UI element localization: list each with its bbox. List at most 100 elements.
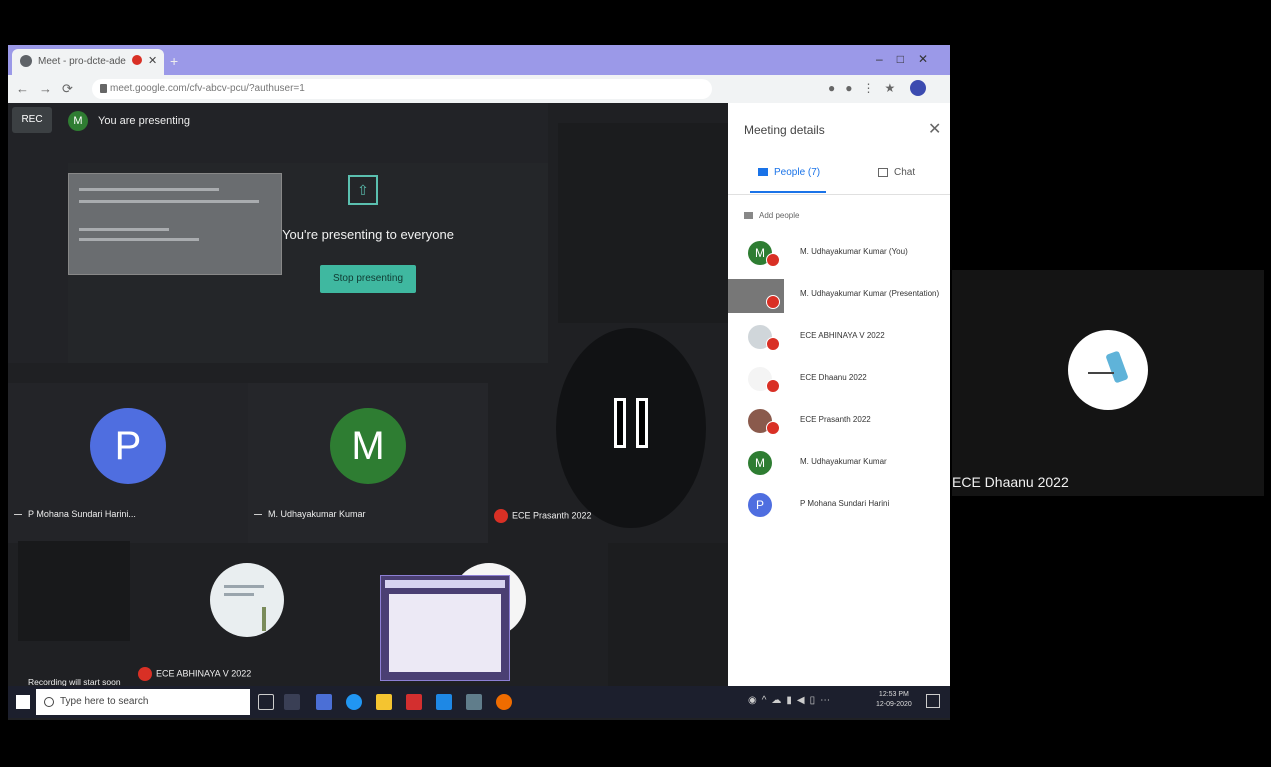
acrobat-icon[interactable] xyxy=(406,694,422,710)
presenting-label: You are presenting xyxy=(98,115,190,127)
edge-icon[interactable] xyxy=(346,694,362,710)
url-field[interactable]: meet.google.com/cfv-abcv-pcu/?authuser=1 xyxy=(92,79,712,99)
people-icon xyxy=(758,168,768,177)
participant-row[interactable]: P P Mohana Sundari Harini xyxy=(728,487,950,527)
presentation-thumbnail xyxy=(68,173,282,275)
divider xyxy=(728,194,950,195)
logo-line xyxy=(1088,372,1114,374)
task-view-icon[interactable] xyxy=(284,694,300,710)
photo-line xyxy=(224,593,254,596)
participant-avatar: M xyxy=(330,408,406,484)
pause-icon xyxy=(614,398,626,448)
close-icon[interactable]: ✕ xyxy=(928,119,941,139)
participant-row[interactable]: ECE Prasanth 2022 xyxy=(728,403,950,443)
participant-name: M. Udhayakumar Kumar xyxy=(800,457,887,466)
participant-name: M. Udhayakumar Kumar (Presentation) xyxy=(800,289,940,298)
mic-off-icon xyxy=(766,295,780,309)
windows-start-icon[interactable] xyxy=(16,695,30,709)
taskbar: Type here to search ◉^☁▮◀▯⋯ 12:53 PM 12-… xyxy=(8,686,950,718)
participant-name: ECE Prasanth 2022 xyxy=(800,415,871,424)
screen-share-preview[interactable] xyxy=(380,575,510,681)
participant-row[interactable]: ECE ABHINAYA V 2022 xyxy=(728,319,950,359)
clock-date: 12-09-2020 xyxy=(876,701,912,708)
participant-name: ECE ABHINAYA V 2022 xyxy=(138,667,251,681)
notification-icon[interactable] xyxy=(926,694,940,708)
presenting-message: You're presenting to everyone xyxy=(282,227,454,242)
browser-tab[interactable]: Meet - pro-dcte-ade ✕ xyxy=(12,49,164,75)
participant-row[interactable]: M. Udhayakumar Kumar (Presentation) xyxy=(728,277,950,317)
more-icon xyxy=(254,514,262,516)
app-icon[interactable] xyxy=(436,694,452,710)
rec-button[interactable]: REC xyxy=(12,107,52,133)
pause-icon xyxy=(636,398,648,448)
profile-avatar[interactable] xyxy=(910,80,926,96)
tab-strip: Meet - pro-dcte-ade ✕ + –□✕ xyxy=(8,45,950,75)
add-people-label: Add people xyxy=(759,211,800,220)
background-tile xyxy=(558,123,728,323)
tab-people[interactable]: People (7) xyxy=(758,167,820,178)
participant-name: ECE Dhaanu 2022 xyxy=(952,474,1069,490)
preview-content xyxy=(389,594,501,672)
taskbar-search-input[interactable]: Type here to search xyxy=(36,689,250,715)
app-icon[interactable] xyxy=(316,694,332,710)
tab-people-label: People (7) xyxy=(774,167,821,178)
meeting-details-panel: Meeting details ✕ People (7) Chat Add pe… xyxy=(728,103,950,686)
file-explorer-icon[interactable] xyxy=(376,694,392,710)
participant-row[interactable]: M M. Udhayakumar Kumar xyxy=(728,445,950,485)
add-people-button[interactable]: Add people xyxy=(744,211,799,220)
mic-off-icon xyxy=(766,253,780,267)
participant-avatar: P xyxy=(90,408,166,484)
extensions-icon[interactable]: ●●⋮★ xyxy=(828,81,905,95)
participant-name: ECE Prasanth 2022 xyxy=(494,509,592,523)
thumb-line xyxy=(79,200,259,203)
participant-photo xyxy=(210,563,284,637)
background-tile xyxy=(18,541,130,641)
chrome-icon[interactable] xyxy=(496,694,512,710)
new-tab-icon[interactable]: + xyxy=(170,53,178,69)
participant-name-text: M. Udhayakumar Kumar xyxy=(268,509,366,519)
recording-toast: Recording will start soon xyxy=(28,677,121,686)
background-tile xyxy=(608,543,728,686)
tab-close-icon[interactable]: ✕ xyxy=(148,54,157,67)
participant-name: P Mohana Sundari Harini... xyxy=(14,509,136,519)
add-person-icon xyxy=(744,212,753,220)
photo-line xyxy=(224,585,264,588)
nav-buttons-icon[interactable]: ←→⟳ xyxy=(16,81,83,97)
meet-stage: REC M You are presenting ⇧ You're presen… xyxy=(8,103,728,686)
participant-row[interactable]: M M. Udhayakumar Kumar (You) xyxy=(728,235,950,275)
app-icon[interactable] xyxy=(466,694,482,710)
participant-avatar: P xyxy=(748,493,772,517)
meet-favicon-icon xyxy=(20,55,32,67)
participant-name: ECE ABHINAYA V 2022 xyxy=(800,331,885,340)
panel-title: Meeting details xyxy=(744,123,825,137)
search-icon xyxy=(44,697,54,707)
presentation-card: ⇧ You're presenting to everyone Stop pre… xyxy=(68,163,548,363)
pause-overlay[interactable] xyxy=(556,328,706,528)
tab-chat[interactable]: Chat xyxy=(878,167,915,178)
active-tab-indicator xyxy=(750,191,826,193)
participant-name: M. Udhayakumar Kumar (You) xyxy=(800,247,908,256)
thumb-line xyxy=(79,238,199,241)
photo-bar xyxy=(262,607,266,631)
thumb-line xyxy=(79,228,169,231)
participant-name-text: P Mohana Sundari Harini... xyxy=(28,509,136,519)
cortana-icon[interactable] xyxy=(258,694,274,710)
participant-row[interactable]: ECE Dhaanu 2022 xyxy=(728,361,950,401)
stop-presenting-button[interactable]: Stop presenting xyxy=(320,265,416,293)
mic-off-icon xyxy=(766,337,780,351)
window-controls[interactable]: –□✕ xyxy=(876,52,942,66)
presenter-avatar: M xyxy=(68,111,88,131)
clock-time: 12:53 PM xyxy=(878,691,909,698)
thumb-line xyxy=(79,188,219,191)
present-screen-icon: ⇧ xyxy=(348,175,378,205)
tab-title: Meet - pro-dcte-ade xyxy=(38,56,126,67)
system-tray-icon[interactable]: ◉^☁▮◀▯⋯ xyxy=(748,695,835,706)
more-icon xyxy=(14,514,22,516)
mic-off-icon xyxy=(138,667,152,681)
address-bar: ←→⟳ meet.google.com/cfv-abcv-pcu/?authus… xyxy=(8,75,950,103)
participant-name: P Mohana Sundari Harini xyxy=(800,499,890,508)
chat-icon xyxy=(878,167,888,177)
clock[interactable]: 12:53 PM 12-09-2020 xyxy=(876,690,912,710)
mic-off-icon xyxy=(494,509,508,523)
mic-off-icon xyxy=(766,379,780,393)
